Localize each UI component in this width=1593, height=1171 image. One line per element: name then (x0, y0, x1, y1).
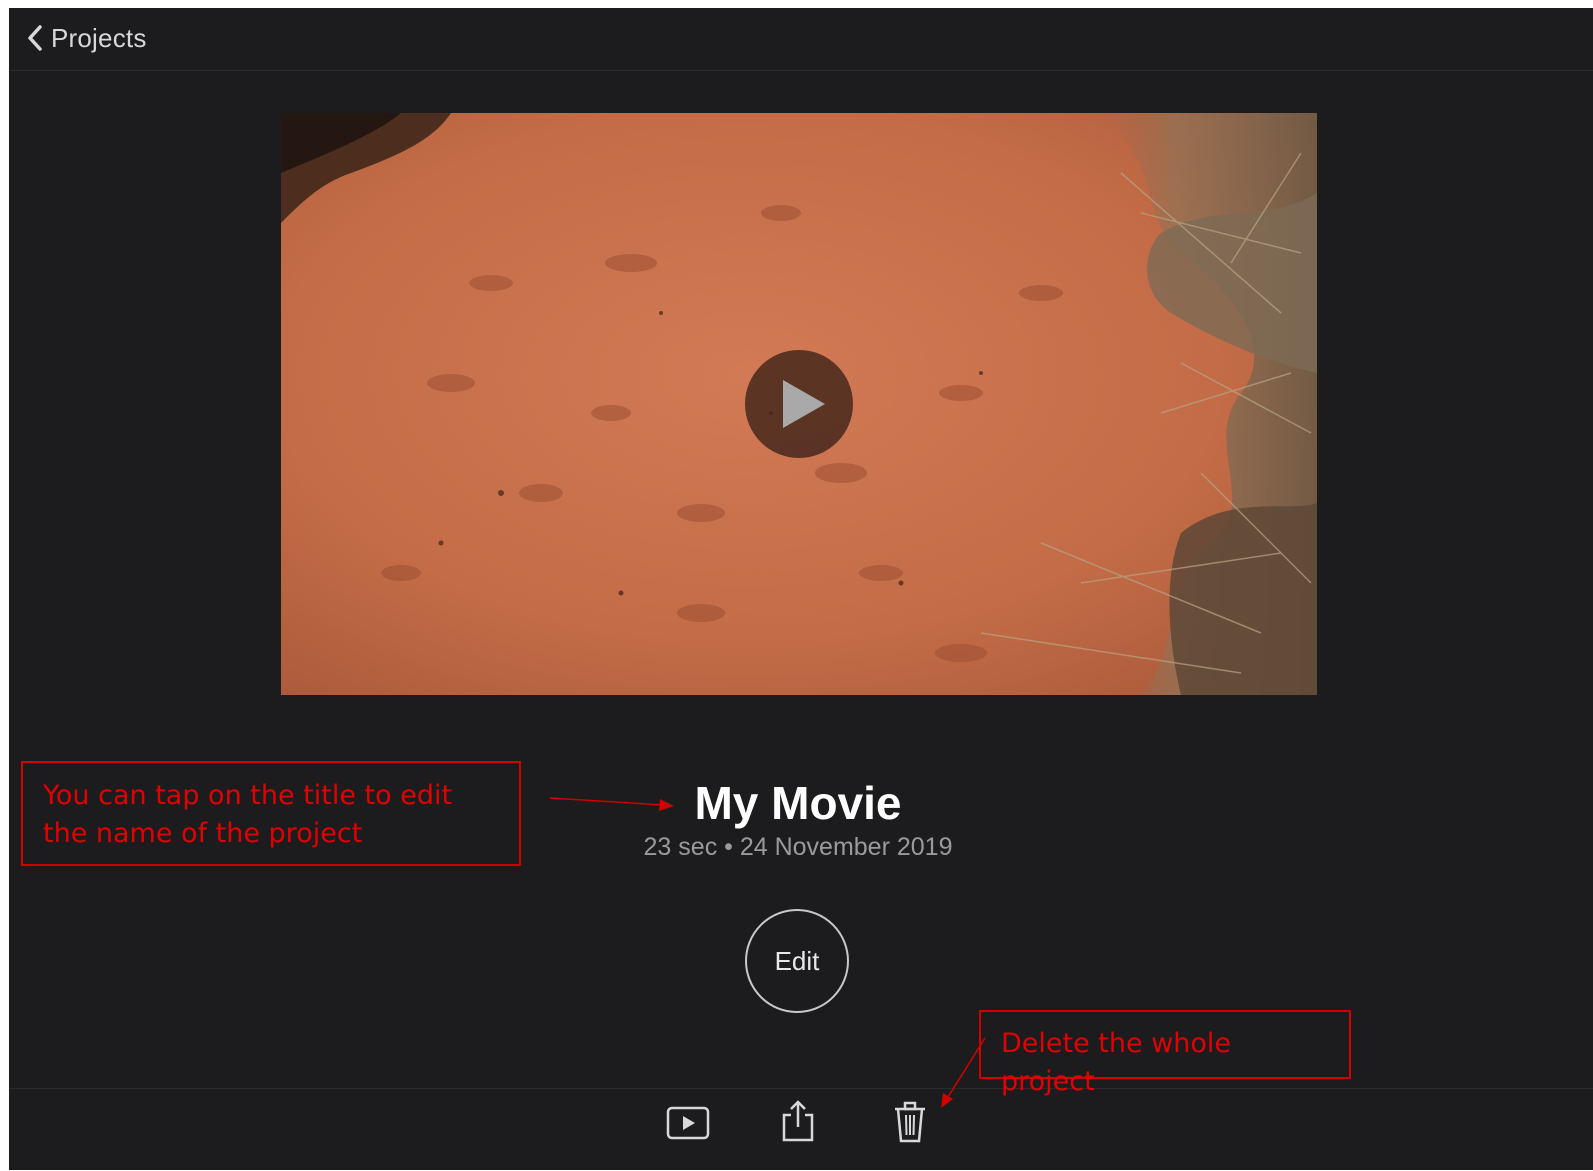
play-movie-icon (666, 1106, 710, 1140)
bottom-toolbar (9, 1088, 1593, 1171)
movie-preview[interactable] (281, 113, 1317, 695)
delete-button[interactable] (893, 1101, 927, 1143)
edit-label: Edit (774, 945, 820, 976)
back-to-projects-button[interactable]: Projects (27, 20, 147, 56)
edit-button[interactable]: Edit (745, 909, 849, 1013)
share-icon (782, 1100, 814, 1142)
share-button[interactable] (781, 1099, 815, 1143)
play-movie-button[interactable] (666, 1106, 710, 1140)
back-label: Projects (51, 22, 147, 53)
title-annotation: You can tap on the title to edit the nam… (21, 761, 521, 866)
play-button[interactable] (745, 350, 853, 458)
imovie-project-screen: Projects My Movie 23 sec • 24 November 2… (9, 8, 1593, 1170)
chevron-left-icon (28, 25, 42, 51)
trash-icon (895, 1101, 925, 1143)
play-icon (783, 380, 825, 428)
title-annotation-text: You can tap on the title to edit the nam… (43, 780, 453, 849)
delete-annotation: Delete the whole project (979, 1010, 1351, 1097)
navigation-bar: Projects (9, 8, 1593, 71)
